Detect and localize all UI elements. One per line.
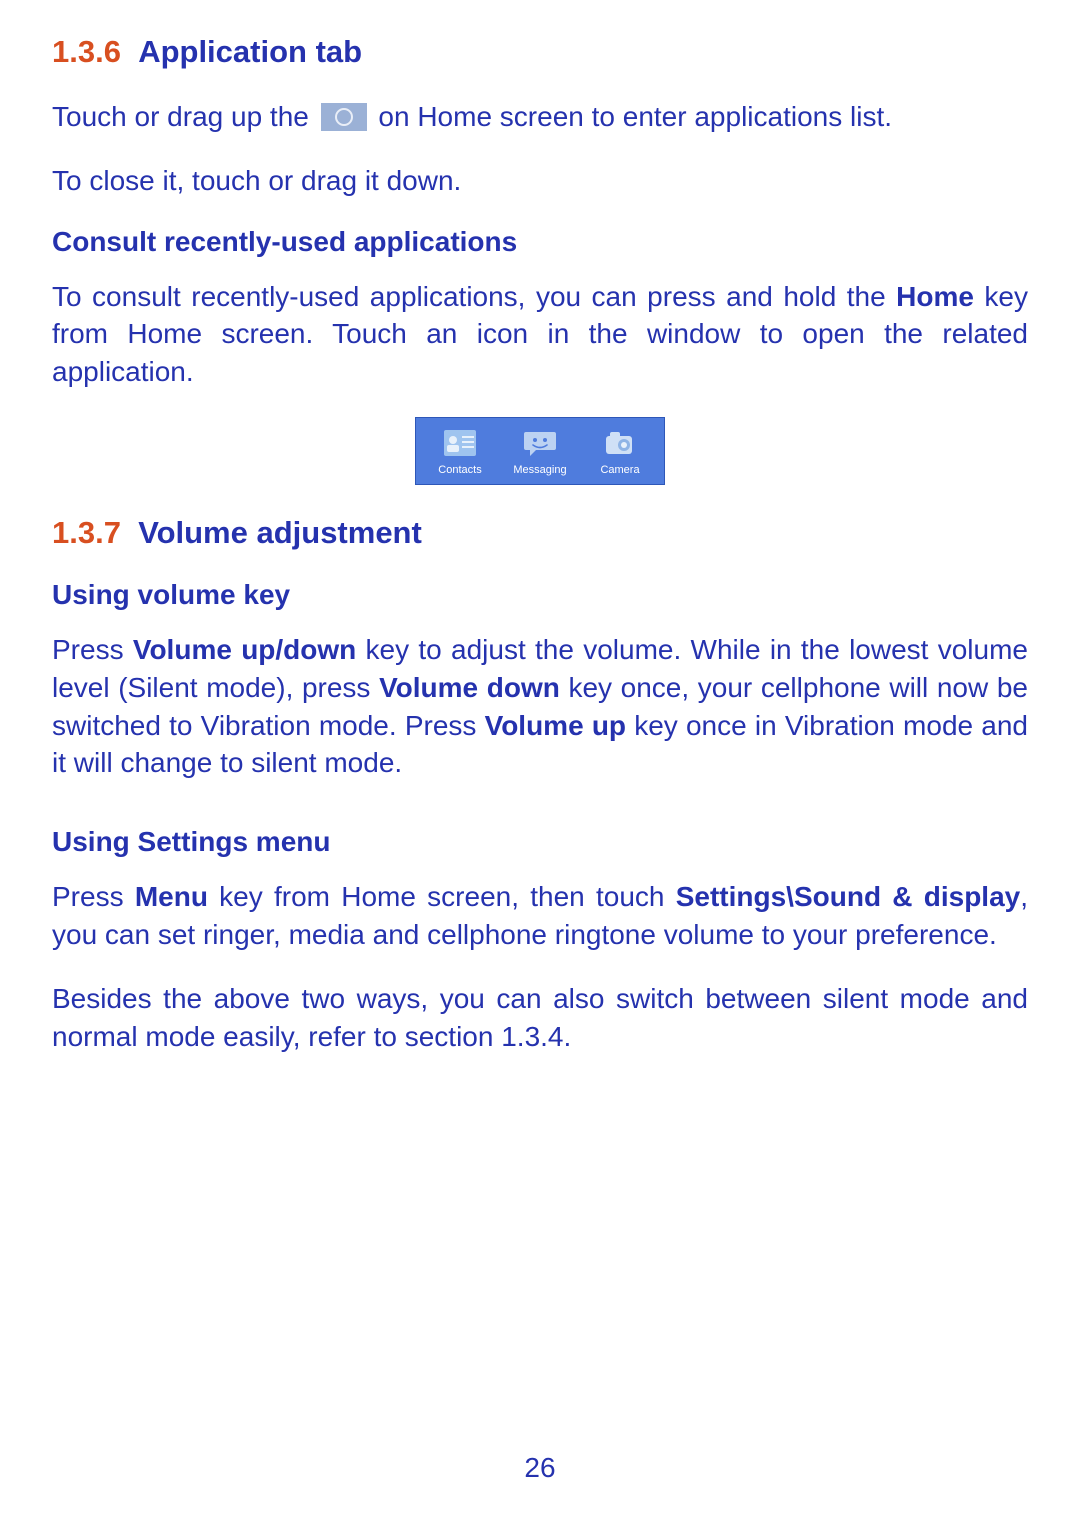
camera-icon [602, 428, 638, 458]
paragraph: Press Volume up/down key to adjust the v… [52, 631, 1028, 782]
text: Besides the above two ways, you can also… [52, 983, 1028, 1052]
paragraph: Touch or drag up the on Home screen to e… [52, 98, 1028, 136]
text: Press [52, 634, 133, 665]
text: 26 [524, 1452, 555, 1483]
bold-text: Volume down [379, 672, 560, 703]
page-number: 26 [0, 1452, 1080, 1484]
paragraph: Besides the above two ways, you can also… [52, 980, 1028, 1056]
bold-text: Settings\Sound & display [676, 881, 1021, 912]
recent-app-contacts: Contacts [420, 428, 499, 476]
section-title: Application tab [138, 34, 362, 69]
subsection-heading: Using volume key [52, 579, 1028, 611]
bold-text: Home [896, 281, 974, 312]
text: key from Home screen, then touch [208, 881, 676, 912]
contacts-icon [442, 428, 478, 458]
text: on Home screen to enter applications lis… [378, 101, 892, 132]
text: Consult recently-used applications [52, 226, 517, 257]
section-title: Volume adjustment [138, 515, 422, 550]
circle-icon [335, 108, 353, 126]
text: Touch or drag up the [52, 101, 317, 132]
section-heading-1-3-7: 1.3.7 Volume adjustment [52, 515, 1028, 551]
section-heading-1-3-6: 1.3.6 Application tab [52, 34, 1028, 70]
recent-app-label: Contacts [420, 464, 499, 476]
bold-text: Menu [135, 881, 208, 912]
subsection-heading: Using Settings menu [52, 826, 1028, 858]
recent-app-label: Camera [580, 464, 659, 476]
recent-apps-figure: Contacts Messaging [415, 417, 665, 485]
section-number: 1.3.6 [52, 34, 121, 69]
recent-app-camera: Camera [580, 428, 659, 476]
text: To consult recently-used applications, y… [52, 281, 896, 312]
recent-app-messaging: Messaging [500, 428, 579, 476]
bold-text: Volume up [485, 710, 626, 741]
section-number: 1.3.7 [52, 515, 121, 550]
paragraph: Press Menu key from Home screen, then to… [52, 878, 1028, 954]
text: Using Settings menu [52, 826, 330, 857]
text: Using volume key [52, 579, 290, 610]
recent-app-label: Messaging [500, 464, 579, 476]
paragraph: To close it, touch or drag it down. [52, 162, 1028, 200]
messaging-icon [522, 428, 558, 458]
subsection-heading: Consult recently-used applications [52, 226, 1028, 258]
text: To close it, touch or drag it down. [52, 165, 461, 196]
text: Press [52, 881, 135, 912]
bold-text: Volume up/down [133, 634, 356, 665]
paragraph: To consult recently-used applications, y… [52, 278, 1028, 391]
app-tab-icon [321, 103, 367, 131]
page: 1.3.6 Application tab Touch or drag up t… [0, 0, 1080, 1534]
